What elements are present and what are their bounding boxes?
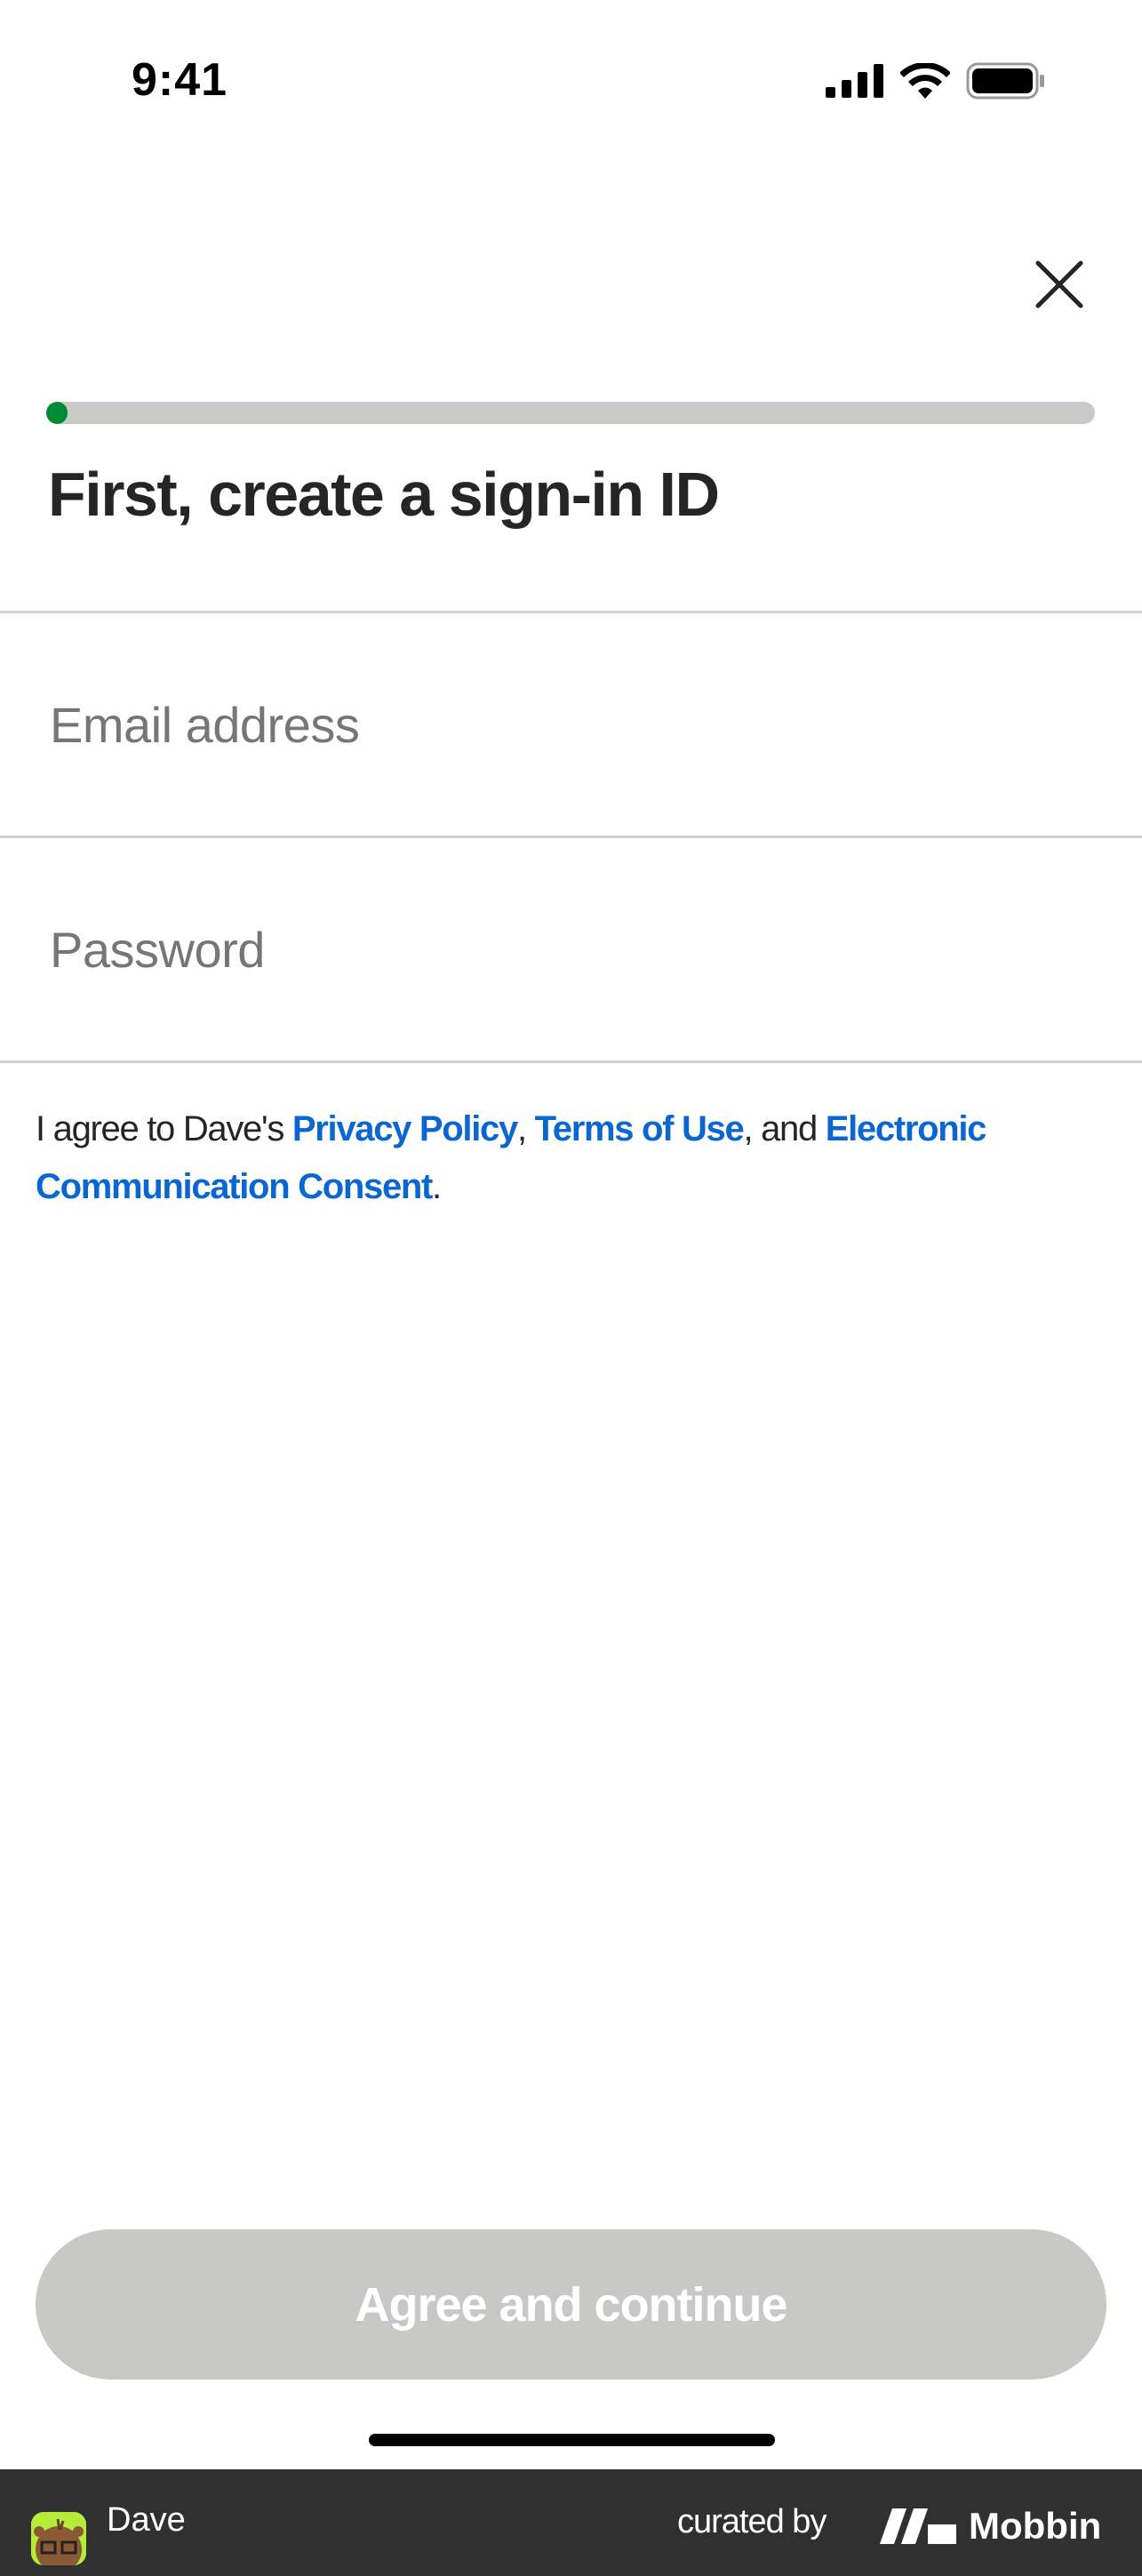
close-icon — [1035, 260, 1083, 308]
dave-app-icon — [31, 2512, 86, 2565]
status-time: 9:41 — [132, 54, 228, 106]
terms-of-use-link[interactable]: Terms of Use — [535, 1109, 745, 1148]
agreement-separator: , and — [743, 1109, 826, 1148]
password-field[interactable] — [0, 838, 1142, 1060]
page-title: First, create a sign-in ID — [48, 460, 720, 529]
progress-fill — [46, 402, 68, 424]
agreement-separator: , — [516, 1109, 535, 1148]
email-input[interactable] — [48, 694, 1074, 755]
agreement-text: I agree to Dave's Privacy Policy, Terms … — [36, 1100, 1115, 1216]
agree-and-continue-button[interactable]: Agree and continue — [36, 2229, 1106, 2380]
mobbin-logo: Mobbin — [880, 2505, 1101, 2548]
footer-bar: Dave curated by Mobbin — [0, 2469, 1142, 2576]
wifi-icon — [900, 63, 950, 99]
curated-by-label: curated by — [677, 2503, 827, 2540]
battery-icon — [966, 62, 1044, 100]
home-indicator — [369, 2434, 775, 2446]
password-input[interactable] — [48, 919, 1074, 980]
app-name: Dave — [107, 2501, 186, 2539]
progress-bar — [46, 402, 1095, 424]
close-button[interactable] — [1033, 258, 1086, 311]
agreement-prefix: I agree to Dave's — [36, 1109, 292, 1148]
divider — [0, 1060, 1142, 1063]
privacy-policy-link[interactable]: Privacy Policy — [292, 1109, 518, 1148]
cellular-signal-icon — [826, 64, 883, 98]
agreement-suffix: . — [432, 1167, 442, 1206]
mobbin-logo-icon — [880, 2508, 956, 2544]
email-field[interactable] — [0, 613, 1142, 836]
status-icons — [826, 62, 1046, 100]
mobbin-brand: Mobbin — [969, 2505, 1102, 2547]
